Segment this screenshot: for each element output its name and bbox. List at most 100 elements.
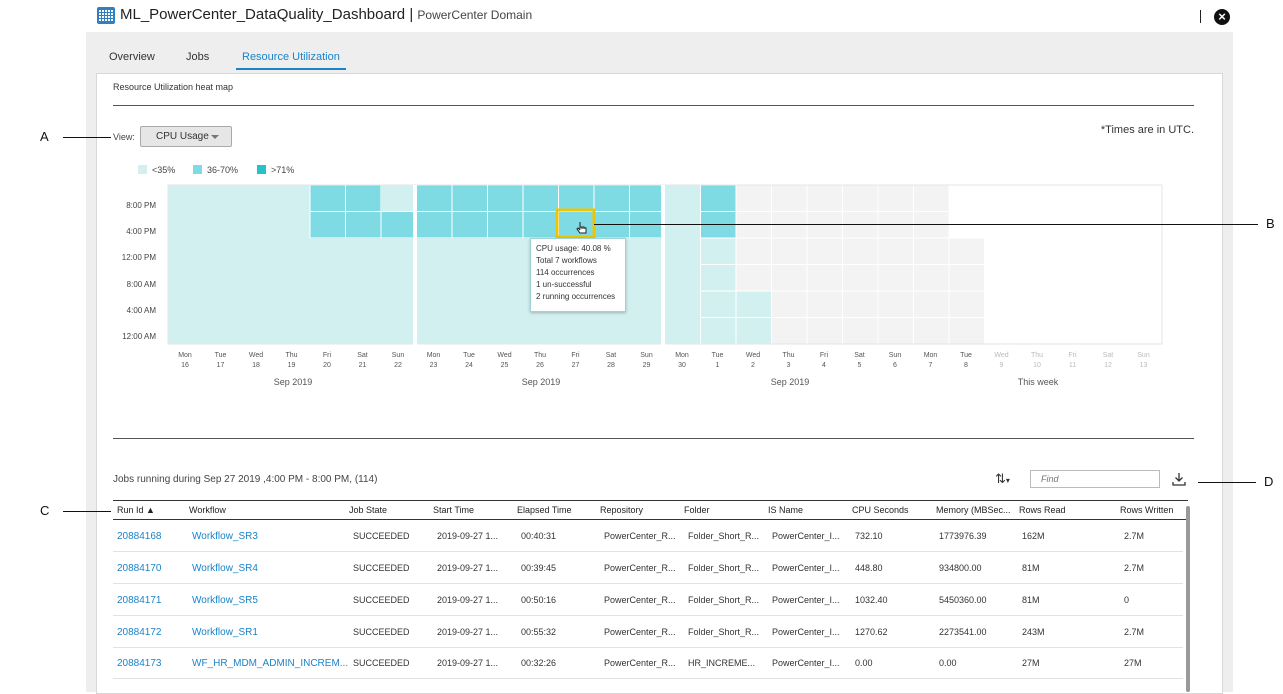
heatmap-cell[interactable] — [558, 317, 595, 345]
heatmap-cell[interactable] — [168, 185, 204, 212]
heatmap-cell[interactable] — [274, 317, 311, 345]
heatmap-cell[interactable] — [1055, 184, 1092, 212]
heatmap-cell[interactable] — [735, 184, 772, 212]
heatmap-cell[interactable] — [1019, 317, 1056, 345]
heatmap-cell[interactable] — [735, 290, 772, 318]
heatmap-cell[interactable] — [381, 317, 417, 345]
heatmap-cell[interactable] — [1126, 184, 1163, 212]
heatmap-cell[interactable] — [665, 291, 701, 318]
heatmap-cell[interactable] — [168, 264, 204, 292]
heatmap-cell[interactable] — [913, 264, 950, 292]
col-folder-header[interactable]: Folder — [684, 505, 710, 515]
heatmap-cell[interactable] — [487, 184, 524, 212]
heatmap-cell[interactable] — [877, 184, 914, 212]
heatmap-cell[interactable] — [239, 264, 275, 292]
heatmap-cell[interactable] — [487, 211, 524, 239]
heatmap-cell[interactable] — [984, 184, 1021, 212]
col-memory-header[interactable]: Memory (MBSec... — [936, 505, 1011, 515]
heatmap-cell[interactable] — [984, 317, 1021, 345]
heatmap-cell[interactable] — [309, 211, 346, 239]
heatmap-cell[interactable] — [239, 211, 275, 239]
heatmap-cell[interactable] — [416, 238, 453, 265]
heatmap-cell[interactable] — [1055, 290, 1092, 318]
cell-workflow[interactable]: Workflow_SR5 — [192, 595, 258, 606]
heatmap-cell[interactable] — [451, 211, 488, 239]
heatmap-cell[interactable] — [203, 264, 240, 292]
heatmap-cell[interactable] — [487, 291, 524, 318]
heatmap-cell[interactable] — [558, 211, 595, 239]
heatmap-cell[interactable] — [203, 291, 240, 318]
heatmap-cell[interactable] — [842, 264, 879, 292]
heatmap-cell[interactable] — [1055, 264, 1092, 292]
cell-workflow[interactable]: Workflow_SR4 — [192, 563, 258, 574]
heatmap-cell[interactable] — [523, 317, 559, 345]
heatmap-cell[interactable] — [700, 184, 737, 212]
heatmap-cell[interactable] — [984, 237, 1021, 265]
heatmap-cell[interactable] — [665, 264, 701, 292]
heatmap-cell[interactable] — [877, 290, 914, 318]
heatmap-cell[interactable] — [700, 264, 737, 292]
cell-workflow[interactable]: WF_HR_MDM_ADMIN_INCREM... — [192, 658, 348, 669]
heatmap-cell[interactable] — [309, 184, 346, 212]
heatmap-cell[interactable] — [1055, 317, 1092, 345]
heatmap-cell[interactable] — [310, 291, 346, 318]
heatmap-cell[interactable] — [771, 317, 808, 345]
download-icon[interactable] — [1171, 471, 1187, 487]
heatmap-cell[interactable] — [913, 290, 950, 318]
col-cpu-seconds-header[interactable]: CPU Seconds — [852, 505, 909, 515]
heatmap-cell[interactable] — [239, 238, 275, 265]
heatmap-cell[interactable] — [345, 264, 382, 292]
heatmap-cell[interactable] — [416, 184, 453, 212]
heatmap-cell[interactable] — [594, 317, 630, 345]
heatmap-cell[interactable] — [274, 211, 311, 239]
heatmap-cell[interactable] — [239, 317, 275, 345]
heatmap-cell[interactable] — [452, 291, 488, 318]
heatmap-cell[interactable] — [877, 264, 914, 292]
heatmap-cell[interactable] — [274, 238, 311, 265]
heatmap-cell[interactable] — [1126, 290, 1163, 318]
heatmap-cell[interactable] — [416, 291, 453, 318]
heatmap-cell[interactable] — [1019, 237, 1056, 265]
heatmap-cell[interactable] — [948, 290, 985, 318]
heatmap-cell[interactable] — [345, 184, 382, 212]
heatmap-cell[interactable] — [1090, 237, 1127, 265]
heatmap-cell[interactable] — [771, 290, 808, 318]
table-scrollbar[interactable] — [1186, 506, 1190, 692]
heatmap-cell[interactable] — [380, 211, 417, 239]
heatmap-cell[interactable] — [310, 238, 346, 265]
heatmap-cell[interactable] — [948, 184, 985, 212]
heatmap-cell[interactable] — [452, 264, 488, 292]
heatmap-cell[interactable] — [842, 184, 879, 212]
heatmap-cell[interactable] — [345, 238, 382, 265]
col-job-state-header[interactable]: Job State — [349, 505, 387, 515]
heatmap-cell[interactable] — [735, 264, 772, 292]
heatmap-cell[interactable] — [487, 238, 524, 265]
cell-run-id[interactable]: 20884172 — [117, 627, 162, 638]
cell-run-id[interactable]: 20884168 — [117, 531, 162, 542]
col-rows-read-header[interactable]: Rows Read — [1019, 505, 1066, 515]
heatmap-cell[interactable] — [842, 317, 879, 345]
col-elapsed-time-header[interactable]: Elapsed Time — [517, 505, 572, 515]
heatmap-cell[interactable] — [842, 290, 879, 318]
heatmap-cell[interactable] — [1019, 290, 1056, 318]
heatmap-cell[interactable] — [948, 264, 985, 292]
heatmap-cell[interactable] — [310, 317, 346, 345]
heatmap-cell[interactable] — [345, 291, 382, 318]
heatmap-cell[interactable] — [168, 291, 204, 318]
cell-run-id[interactable]: 20884170 — [117, 563, 162, 574]
heatmap-cell[interactable] — [1055, 237, 1092, 265]
heatmap-cell[interactable] — [1019, 264, 1056, 292]
heatmap-cell[interactable] — [806, 184, 843, 212]
heatmap-cell[interactable] — [735, 237, 772, 265]
heatmap-cell[interactable] — [1090, 184, 1127, 212]
heatmap-cell[interactable] — [877, 317, 914, 345]
heatmap-cell[interactable] — [452, 317, 488, 345]
heatmap-cell[interactable] — [381, 185, 417, 212]
heatmap-cell[interactable] — [806, 290, 843, 318]
heatmap-cell[interactable] — [665, 185, 701, 212]
heatmap-cell[interactable] — [984, 290, 1021, 318]
heatmap-cell[interactable] — [168, 317, 204, 345]
heatmap-cell[interactable] — [416, 264, 453, 292]
heatmap-cell[interactable] — [345, 211, 382, 239]
heatmap-cell[interactable] — [1090, 264, 1127, 292]
